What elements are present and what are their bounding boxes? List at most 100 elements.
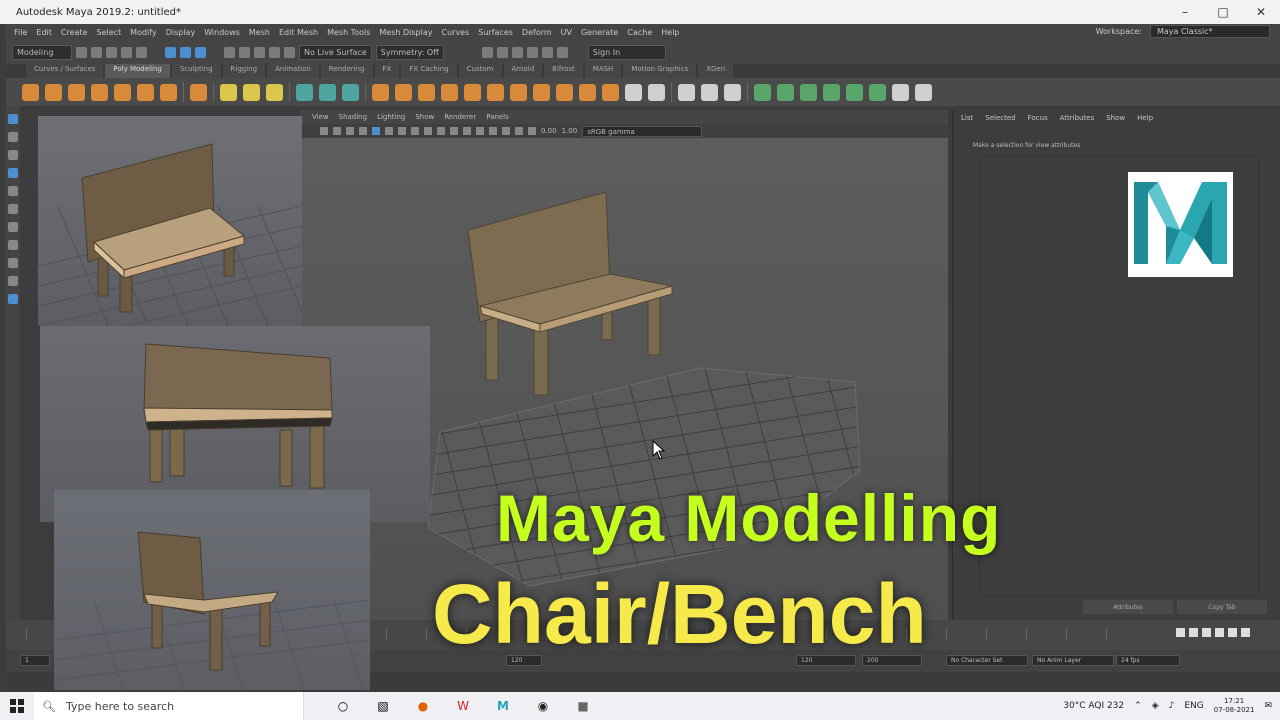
taskbar-search-box[interactable]: 🔍︎ Type here to search xyxy=(34,692,304,720)
smooth-mesh-icon[interactable] xyxy=(533,83,550,101)
quad-draw-icon[interactable] xyxy=(342,83,359,101)
separate-icon[interactable] xyxy=(395,83,412,101)
single-view-icon[interactable] xyxy=(8,240,18,250)
shadows-icon[interactable] xyxy=(463,127,471,135)
menu-mesh-display[interactable]: Mesh Display xyxy=(379,28,432,37)
viewport-menu-show[interactable]: Show xyxy=(415,113,434,121)
crease-icon[interactable] xyxy=(915,83,932,101)
cortana-icon[interactable]: ○ xyxy=(334,697,352,715)
play-forward-icon[interactable] xyxy=(1215,628,1224,637)
live-surface-dropdown[interactable]: No Live Surface xyxy=(299,44,372,60)
weather-widget[interactable]: 30°C AQI 232 xyxy=(1063,701,1124,711)
rotate-tool-icon[interactable] xyxy=(8,186,18,196)
grid-icon[interactable] xyxy=(372,127,380,135)
poly-cone-icon[interactable] xyxy=(91,83,108,101)
shelf-tab[interactable]: XGen xyxy=(698,64,734,78)
menu-generate[interactable]: Generate xyxy=(581,28,618,37)
step-forward-icon[interactable] xyxy=(1228,628,1237,637)
bevel-icon[interactable] xyxy=(777,83,794,101)
smooth-icon[interactable] xyxy=(319,83,336,101)
step-back-icon[interactable] xyxy=(1189,628,1198,637)
attr-menu-selected[interactable]: Selected xyxy=(985,114,1015,122)
pause-icon[interactable] xyxy=(556,46,568,58)
snap-grid-icon[interactable] xyxy=(224,46,235,58)
attr-menu-focus[interactable]: Focus xyxy=(1028,114,1048,122)
volume-icon[interactable]: ♪ xyxy=(1169,701,1175,711)
boolean-union-icon[interactable] xyxy=(441,83,458,101)
wireframe-icon[interactable] xyxy=(411,127,419,135)
shelf-tab-active[interactable]: Poly Modeling xyxy=(105,64,170,78)
fill-hole-icon[interactable] xyxy=(625,83,642,101)
poly-torus-icon[interactable] xyxy=(114,83,131,101)
start-frame-field[interactable]: 1 xyxy=(20,655,50,666)
ipr-render-icon[interactable] xyxy=(496,46,508,58)
shelf-tab[interactable]: Sculpting xyxy=(171,64,221,78)
colorspace-dropdown[interactable]: sRGB gamma xyxy=(582,125,703,137)
workspace-dropdown[interactable]: Maya Classic* xyxy=(1150,25,1270,38)
viewport-menu-panels[interactable]: Panels xyxy=(486,113,509,121)
language-indicator[interactable]: ENG xyxy=(1184,701,1203,711)
snap-point-icon[interactable] xyxy=(254,46,265,58)
shelf-tab[interactable]: Custom xyxy=(458,64,502,78)
wps-office-icon[interactable]: W xyxy=(454,697,472,715)
sign-in-dropdown[interactable]: Sign In xyxy=(587,44,666,60)
menu-modify[interactable]: Modify xyxy=(130,28,157,37)
go-to-end-icon[interactable] xyxy=(1241,628,1250,637)
snap-plane-icon[interactable] xyxy=(269,46,280,58)
exposure-field[interactable]: 0.00 xyxy=(541,127,557,135)
multi-cut-icon[interactable] xyxy=(678,83,695,101)
new-scene-icon[interactable] xyxy=(76,46,87,58)
xray-icon[interactable] xyxy=(528,127,536,135)
menu-file[interactable]: File xyxy=(14,28,27,37)
viewport-menu-view[interactable]: View xyxy=(312,113,329,121)
render-view-icon[interactable] xyxy=(541,46,553,58)
poly-cylinder-icon[interactable] xyxy=(68,83,85,101)
notifications-icon[interactable]: ✉ xyxy=(1264,701,1272,711)
boolean-intersect-icon[interactable] xyxy=(487,83,504,101)
poly-cube-icon[interactable] xyxy=(45,83,62,101)
anti-aliasing-icon[interactable] xyxy=(502,127,510,135)
undo-icon[interactable] xyxy=(121,46,132,58)
boolean-difference-icon[interactable] xyxy=(464,83,481,101)
menu-deform[interactable]: Deform xyxy=(522,28,552,37)
image-plane-icon[interactable] xyxy=(359,127,367,135)
play-backward-icon[interactable] xyxy=(1202,628,1211,637)
text-icon[interactable] xyxy=(243,83,260,101)
menu-uv[interactable]: UV xyxy=(561,28,572,37)
anim-layer-dropdown[interactable]: No Anim Layer xyxy=(1032,655,1114,666)
platonic-solid-icon[interactable] xyxy=(190,83,207,101)
smooth-shade-icon[interactable] xyxy=(424,127,432,135)
snap-curve-icon[interactable] xyxy=(239,46,250,58)
move-tool-icon[interactable] xyxy=(8,168,18,178)
bookmark-icon[interactable] xyxy=(346,127,354,135)
menu-edit[interactable]: Edit xyxy=(36,28,52,37)
poly-sphere-icon[interactable] xyxy=(22,83,39,101)
network-icon[interactable]: ◈ xyxy=(1152,701,1159,711)
target-weld-icon[interactable] xyxy=(724,83,741,101)
shelf-tab[interactable]: Curves / Surfaces xyxy=(26,64,104,78)
tray-arrow-icon[interactable]: ⌃ xyxy=(1134,701,1142,711)
viewport-menu-renderer[interactable]: Renderer xyxy=(444,113,476,121)
shelf-tab[interactable]: Animation xyxy=(267,64,319,78)
shelf-tab[interactable]: FX Caching xyxy=(401,64,457,78)
four-view-icon[interactable] xyxy=(8,258,18,268)
menu-surfaces[interactable]: Surfaces xyxy=(478,28,513,37)
maya-app-icon[interactable]: M xyxy=(494,697,512,715)
maximize-button[interactable]: □ xyxy=(1204,0,1242,24)
persp-outliner-icon[interactable] xyxy=(8,276,18,286)
shelf-tab[interactable]: Arnold xyxy=(503,64,543,78)
select-hierarchy-icon[interactable] xyxy=(165,46,176,58)
task-view-icon[interactable]: ▧ xyxy=(374,697,392,715)
menu-help[interactable]: Help xyxy=(661,28,679,37)
fps-dropdown[interactable]: 24 fps xyxy=(1116,655,1180,666)
menu-curves[interactable]: Curves xyxy=(441,28,469,37)
go-to-start-icon[interactable] xyxy=(1176,628,1185,637)
merge-icon[interactable] xyxy=(846,83,863,101)
motion-blur-icon[interactable] xyxy=(489,127,497,135)
scale-tool-icon[interactable] xyxy=(8,204,18,214)
shelf-tab[interactable]: MASH xyxy=(584,64,622,78)
poly-plane-icon[interactable] xyxy=(137,83,154,101)
select-object-icon[interactable] xyxy=(180,46,191,58)
close-button[interactable]: ✕ xyxy=(1242,0,1280,24)
bridge-icon[interactable] xyxy=(800,83,817,101)
